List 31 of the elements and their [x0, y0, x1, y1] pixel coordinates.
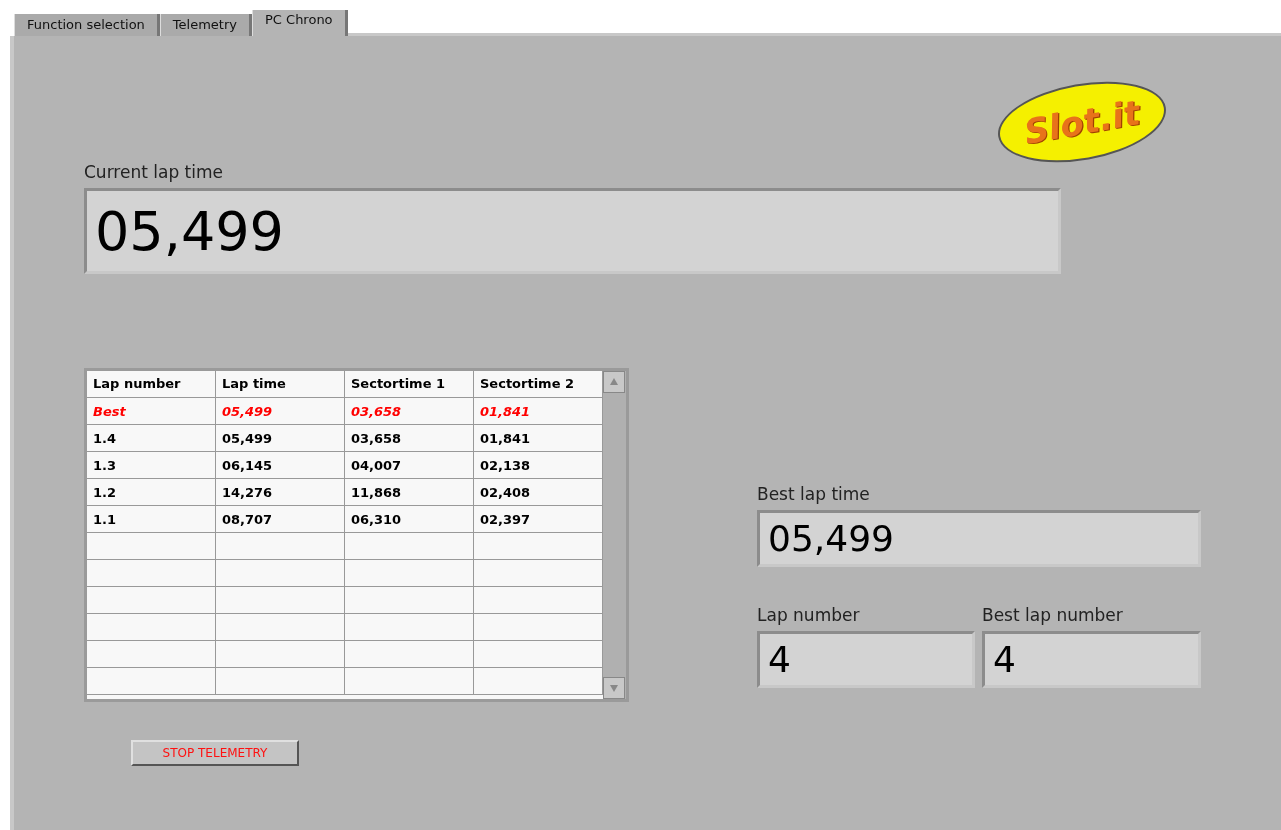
- table-cell: 11,868: [345, 479, 474, 506]
- table-cell: 1.2: [87, 479, 216, 506]
- scroll-down-icon[interactable]: [603, 677, 625, 699]
- table-cell: 1.3: [87, 452, 216, 479]
- value-display: 4: [757, 631, 975, 688]
- table-cell: Best: [87, 398, 216, 425]
- tab[interactable]: Function selection: [14, 14, 160, 36]
- table-cell: 05,499: [216, 425, 345, 452]
- table-cell: 03,658: [345, 398, 474, 425]
- tab[interactable]: Telemetry: [159, 14, 252, 36]
- value-display: 4: [982, 631, 1201, 688]
- field-label: Lap number: [757, 607, 861, 624]
- table-cell: 06,145: [216, 452, 345, 479]
- table-cell: 1.4: [87, 425, 216, 452]
- field-label: Current lap time: [84, 164, 224, 181]
- table-cell: 1.1: [87, 506, 216, 533]
- field-label: Best lap number: [982, 607, 1124, 624]
- table-cell: 03,658: [345, 425, 474, 452]
- value-display: 05,499: [757, 510, 1201, 567]
- table-cell: 14,276: [216, 479, 345, 506]
- field-label: Best lap time: [757, 486, 871, 503]
- scroll-up-icon[interactable]: [603, 371, 625, 393]
- table-cell: 06,310: [345, 506, 474, 533]
- tab[interactable]: PC Chrono: [252, 10, 348, 36]
- table-cell: 04,007: [345, 452, 474, 479]
- value-display: 05,499: [84, 188, 1061, 274]
- column-header: Sectortime 1: [345, 371, 474, 398]
- table-cell: 08,707: [216, 506, 345, 533]
- column-header: Lap time: [216, 371, 345, 398]
- table-cell: 05,499: [216, 398, 345, 425]
- column-header: Lap number: [87, 371, 216, 398]
